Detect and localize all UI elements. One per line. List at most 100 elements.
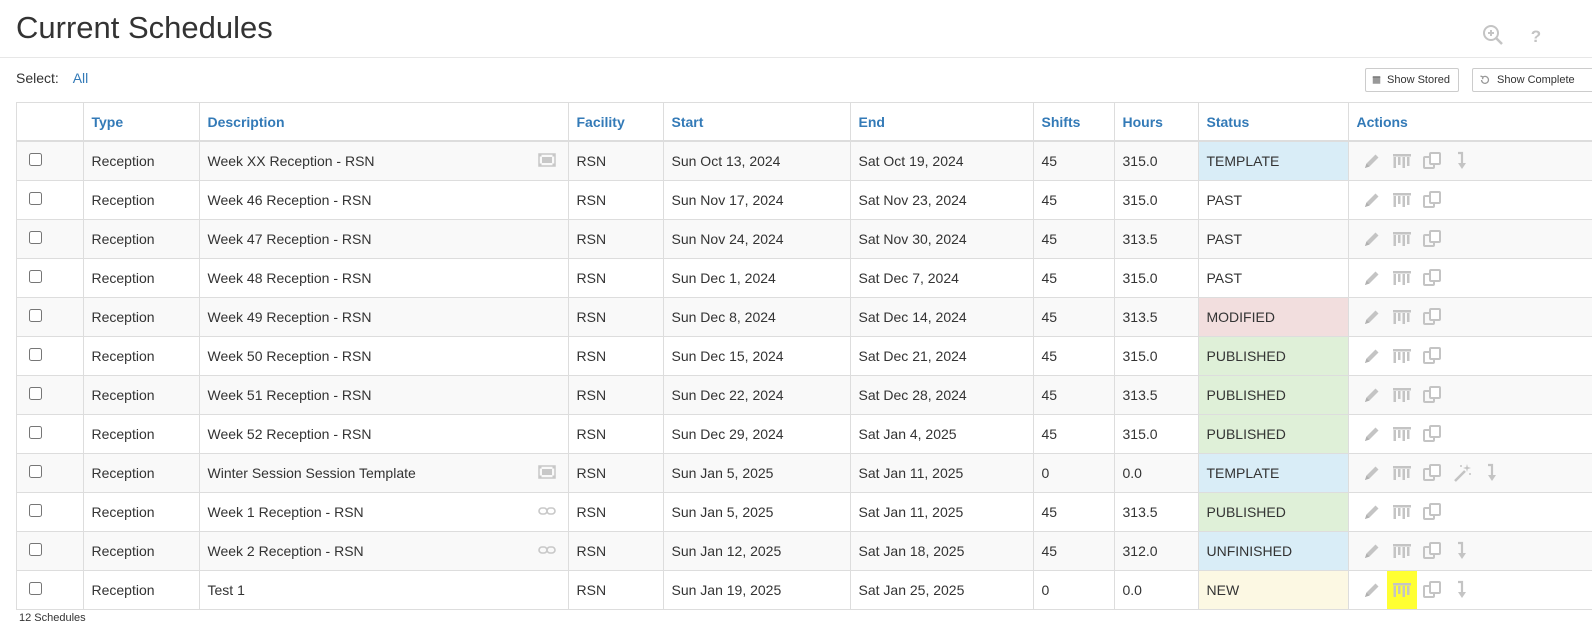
view-schedule-icon[interactable] <box>1387 415 1417 453</box>
show-complete-button[interactable]: Show Complete <box>1472 68 1592 92</box>
edit-pencil-icon[interactable] <box>1357 181 1387 219</box>
zoom-in-icon[interactable] <box>1481 23 1505 47</box>
col-header-start[interactable]: Start <box>663 103 851 142</box>
edit-pencil-icon[interactable] <box>1357 376 1387 414</box>
row-select-checkbox[interactable] <box>29 543 42 556</box>
row-select-checkbox[interactable] <box>29 504 42 517</box>
show-stored-button[interactable]: Show Stored <box>1365 68 1459 92</box>
edit-pencil-icon[interactable] <box>1357 142 1387 180</box>
copy-icon[interactable] <box>1417 493 1447 531</box>
hours-cell: 312.0 <box>1114 531 1199 571</box>
row-select-checkbox[interactable] <box>29 309 42 322</box>
col-header-description[interactable]: Description <box>199 103 569 142</box>
row-select-checkbox[interactable] <box>29 270 42 283</box>
edit-pencil-icon[interactable] <box>1357 337 1387 375</box>
type-cell: Reception <box>83 336 200 376</box>
view-schedule-icon[interactable] <box>1387 532 1417 570</box>
copy-icon[interactable] <box>1417 142 1447 180</box>
edit-pencil-icon[interactable] <box>1357 298 1387 336</box>
shifts-cell: 0 <box>1033 453 1115 493</box>
archive-icon <box>1372 76 1381 84</box>
magic-wand-icon[interactable] <box>1447 454 1477 492</box>
start-cell: Sun Jan 5, 2025 <box>663 453 851 493</box>
facility-cell: RSN <box>568 141 664 181</box>
template-icon <box>537 465 556 479</box>
edit-pencil-icon[interactable] <box>1357 259 1387 297</box>
copy-icon[interactable] <box>1417 571 1447 609</box>
view-schedule-icon[interactable] <box>1387 259 1417 297</box>
view-schedule-icon[interactable] <box>1387 376 1417 414</box>
facility-cell: RSN <box>568 531 664 571</box>
copy-icon[interactable] <box>1417 532 1447 570</box>
end-cell: Sat Jan 4, 2025 <box>850 414 1034 454</box>
move-arrow-icon[interactable] <box>1447 142 1477 180</box>
description-text: Week 50 Reception - RSN <box>207 348 372 364</box>
title-divider <box>0 57 1592 58</box>
actions-cell <box>1348 297 1592 337</box>
edit-pencil-icon[interactable] <box>1357 493 1387 531</box>
type-cell: Reception <box>83 492 200 532</box>
row-select-checkbox[interactable] <box>29 192 42 205</box>
copy-icon[interactable] <box>1417 415 1447 453</box>
table-row: Reception Week 1 Reception - RSN RSN Sun… <box>17 492 1592 532</box>
view-schedule-icon[interactable] <box>1387 493 1417 531</box>
hours-cell: 0.0 <box>1114 570 1199 610</box>
view-schedule-icon[interactable] <box>1387 181 1417 219</box>
row-select-checkbox[interactable] <box>29 426 42 439</box>
table-row: Reception Week 51 Reception - RSN RSN Su… <box>17 375 1592 415</box>
help-icon[interactable]: ? <box>1524 23 1548 47</box>
facility-cell: RSN <box>568 219 664 259</box>
description-text: Week 2 Reception - RSN <box>207 543 364 559</box>
row-select-checkbox[interactable] <box>29 582 42 595</box>
row-select-checkbox[interactable] <box>29 387 42 400</box>
facility-cell: RSN <box>568 570 664 610</box>
edit-pencil-icon[interactable] <box>1357 454 1387 492</box>
description-cell: Week 46 Reception - RSN <box>199 180 569 220</box>
actions-cell <box>1348 336 1592 376</box>
view-schedule-icon[interactable] <box>1386 571 1417 609</box>
type-cell: Reception <box>83 180 200 220</box>
row-select-checkbox[interactable] <box>29 231 42 244</box>
table-row: Reception Test 1 RSN Sun Jan 19, 2025 Sa… <box>17 570 1592 610</box>
facility-cell: RSN <box>568 180 664 220</box>
hours-cell: 0.0 <box>1114 453 1199 493</box>
copy-icon[interactable] <box>1417 337 1447 375</box>
row-select-checkbox[interactable] <box>29 348 42 361</box>
view-schedule-icon[interactable] <box>1387 454 1417 492</box>
edit-pencil-icon[interactable] <box>1357 571 1387 609</box>
col-header-facility[interactable]: Facility <box>568 103 664 142</box>
end-cell: Sat Jan 11, 2025 <box>850 453 1034 493</box>
view-schedule-icon[interactable] <box>1387 298 1417 336</box>
col-header-end[interactable]: End <box>850 103 1034 142</box>
view-schedule-icon[interactable] <box>1387 337 1417 375</box>
copy-icon[interactable] <box>1417 454 1447 492</box>
col-header-shifts[interactable]: Shifts <box>1033 103 1115 142</box>
hours-cell: 313.5 <box>1114 297 1199 337</box>
view-schedule-icon[interactable] <box>1387 142 1417 180</box>
move-arrow-icon[interactable] <box>1477 454 1507 492</box>
move-arrow-icon[interactable] <box>1447 532 1477 570</box>
col-header-type[interactable]: Type <box>83 103 200 142</box>
edit-pencil-icon[interactable] <box>1357 220 1387 258</box>
row-select-checkbox[interactable] <box>29 465 42 478</box>
description-text: Week 52 Reception - RSN <box>207 426 372 442</box>
copy-icon[interactable] <box>1417 298 1447 336</box>
status-badge: PAST <box>1198 219 1349 259</box>
view-schedule-icon[interactable] <box>1387 220 1417 258</box>
status-badge: PUBLISHED <box>1198 414 1349 454</box>
shifts-cell: 45 <box>1033 336 1115 376</box>
description-cell: Week 50 Reception - RSN <box>199 336 569 376</box>
row-select-checkbox[interactable] <box>29 153 42 166</box>
copy-icon[interactable] <box>1417 181 1447 219</box>
table-row: Reception Week 48 Reception - RSN RSN Su… <box>17 258 1592 298</box>
move-arrow-icon[interactable] <box>1447 571 1477 609</box>
col-header-hours[interactable]: Hours <box>1114 103 1199 142</box>
edit-pencil-icon[interactable] <box>1357 532 1387 570</box>
copy-icon[interactable] <box>1417 220 1447 258</box>
description-cell: Week 48 Reception - RSN <box>199 258 569 298</box>
copy-icon[interactable] <box>1417 259 1447 297</box>
edit-pencil-icon[interactable] <box>1357 415 1387 453</box>
select-all-link[interactable]: All <box>73 70 89 86</box>
col-header-status[interactable]: Status <box>1198 103 1349 142</box>
copy-icon[interactable] <box>1417 376 1447 414</box>
